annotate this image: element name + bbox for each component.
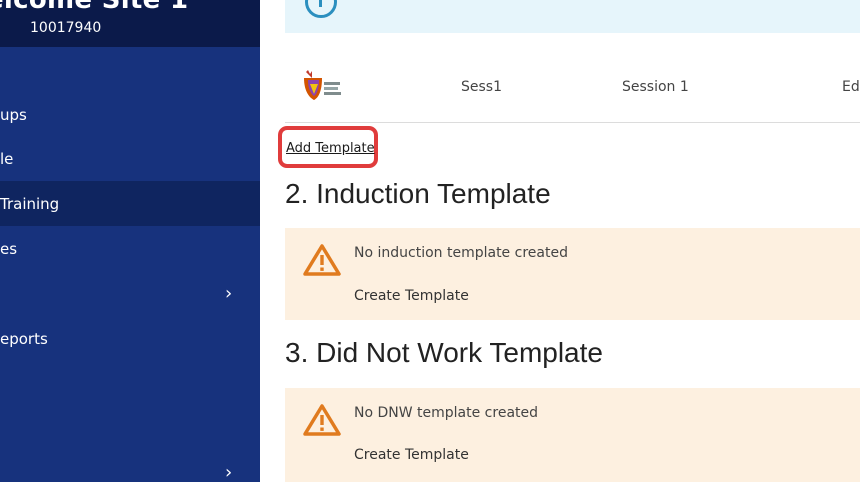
warning-panel-dnw (285, 388, 860, 482)
sidebar-item-schedule[interactable]: le (0, 136, 260, 181)
edit-link[interactable]: Ed (842, 79, 860, 95)
sidebar: elcome Site 1 10017940 ups le Training e… (0, 0, 260, 482)
session-row (285, 55, 860, 123)
section-title-dnw: 3. Did Not Work Template (285, 337, 603, 368)
create-template-button-induction[interactable]: Create Template (354, 288, 469, 304)
chevron-right-icon: › (225, 462, 233, 482)
sidebar-header: elcome Site 1 10017940 (0, 0, 260, 47)
session-name: Session 1 (622, 79, 689, 95)
warning-panel-induction (285, 228, 860, 320)
organisation-logo-icon (304, 70, 341, 100)
sidebar-item-reports[interactable]: eports (0, 316, 260, 361)
chevron-right-icon: › (225, 283, 233, 304)
create-template-button-dnw[interactable]: Create Template (354, 447, 469, 463)
sidebar-item-groups[interactable]: ups (0, 92, 260, 137)
warning-icon (303, 244, 341, 276)
sidebar-item-label: le (0, 149, 14, 168)
sidebar-item-label: es (0, 239, 18, 258)
info-banner (285, 0, 860, 33)
sidebar-item-sites[interactable]: es (0, 226, 260, 271)
sidebar-item-label: Training (0, 194, 60, 213)
sidebar-item-expandable[interactable]: › (0, 271, 260, 316)
session-code: Sess1 (461, 79, 502, 95)
site-title: elcome Site 1 (0, 0, 189, 15)
sidebar-item-label: ups (0, 105, 27, 124)
sidebar-item-training[interactable]: Training (0, 181, 260, 226)
warning-text-dnw: No DNW template created (354, 405, 539, 421)
warning-text-induction: No induction template created (354, 245, 568, 261)
sidebar-item-label: eports (0, 329, 48, 348)
warning-icon (303, 404, 341, 436)
sidebar-item-expandable-2[interactable]: › (0, 450, 260, 482)
section-title-induction: 2. Induction Template (285, 178, 551, 209)
add-template-link[interactable]: Add Template (286, 141, 375, 156)
site-id: 10017940 (30, 20, 102, 36)
